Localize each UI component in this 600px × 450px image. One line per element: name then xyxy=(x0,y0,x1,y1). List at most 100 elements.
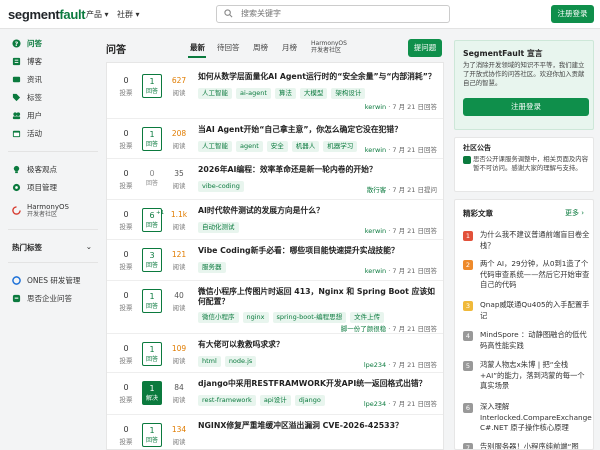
tag-chip[interactable]: 机器学习 xyxy=(323,141,358,152)
question-row[interactable]: 0 投票 6 +1 回答 1.1k 阅读 AI时代软件测试的发展方向是什么？ 自动化测试 kerw… xyxy=(107,199,443,239)
tag-chip[interactable]: 算法 xyxy=(274,88,296,99)
question-title-link[interactable]: 2026年AI编程：效率革命还是新一轮内卷的开始？ xyxy=(198,165,438,175)
article-title-link[interactable]: 告别服务器！小程序纯前端“图 xyxy=(480,442,590,449)
search-box[interactable] xyxy=(216,5,450,23)
tab-weekly[interactable]: 周榜 xyxy=(253,42,268,53)
manifesto-text: 为了消除开发领域的知识不平等，我们建立了开放式协作的问答社区。欢迎你加入贡献自己… xyxy=(463,61,585,87)
sidebar-item-news[interactable]: 资讯 xyxy=(11,72,97,86)
tag-chip[interactable]: 架构设计 xyxy=(331,88,366,99)
question-row[interactable]: 0 投票 0 回答 35 阅读 2026年AI编程：效率革命还是新一轮内卷的开始？ vibe-… xyxy=(107,158,443,199)
nav-community-menu[interactable]: 社群 ▾ xyxy=(117,9,140,20)
tag-chip[interactable]: 自动化测试 xyxy=(198,222,239,233)
tab-unanswered[interactable]: 待回答 xyxy=(217,42,240,53)
question-title-link[interactable]: django中采用RESTFRAMWORK开发API统一返回格式出错？ xyxy=(198,379,438,389)
rank-badge: 6 xyxy=(463,403,473,413)
tab-harmonyos[interactable]: HarmonyOS 开发者社区 xyxy=(311,40,347,54)
ask-question-button[interactable]: 提问题 xyxy=(408,39,442,57)
question-title-link[interactable]: AI时代软件测试的发展方向是什么？ xyxy=(198,206,438,216)
harmonyos-icon xyxy=(11,205,21,215)
question-meta: 脚一份了颜很稳 · 7 月 21 日回答 xyxy=(340,325,437,333)
article-title-link[interactable]: 鸿蒙人物志x朱博 | 把“全栈+AI”的能力，落到鸿蒙的每一个真实场景 xyxy=(480,360,590,392)
question-title-link[interactable]: 如何从数学层面量化AI Agent运行时的“安全余量”与“内部消耗”？ xyxy=(198,72,438,82)
ones-icon xyxy=(11,275,21,285)
tag-chip[interactable]: 服务器 xyxy=(198,262,226,273)
answer-count: 1 回答 xyxy=(142,289,162,313)
view-count: 109 阅读 xyxy=(171,344,187,365)
tag-chip[interactable]: node.js xyxy=(224,356,257,367)
author-link[interactable]: kerwin xyxy=(365,227,386,235)
question-row[interactable]: 0 投票 3 回答 121 阅读 Vibe Coding新手必看：哪些项目能快速提升实战技能… xyxy=(107,239,443,280)
articles-more-link[interactable]: 更多 › xyxy=(565,208,584,218)
sidebar-item-events[interactable]: 活动 xyxy=(11,126,97,140)
question-row[interactable]: 0 投票 1 回答 134 阅读 NGINX修复严重堆缓冲区溢出漏洞 CVE-2026-42… xyxy=(107,414,443,449)
tag-chip[interactable]: api设计 xyxy=(259,395,291,406)
answer-count: 1 回答 xyxy=(142,423,162,447)
vote-count: 0 投票 xyxy=(119,425,133,446)
question-row[interactable]: 0 投票 1 回答 109 阅读 有大佬可以救救吗求求？ html node.js lpe234 … xyxy=(107,333,443,372)
author-link[interactable]: 脚一份了颜很稳 xyxy=(341,325,387,333)
tag-chip[interactable]: vibe-coding xyxy=(198,181,244,192)
article-title-link[interactable]: 为什么我不建议普通前端盲目卷全栈？ xyxy=(480,230,590,251)
view-count: 1.1k 阅读 xyxy=(170,210,188,231)
tag-chip[interactable]: spring-boot-编程思想 xyxy=(272,312,347,323)
segmentfault-logo[interactable]: segmentfault xyxy=(8,7,86,22)
question-title-link[interactable]: NGINX修复严重堆缓冲区溢出漏洞 CVE-2026-42533？ xyxy=(198,421,438,431)
tag-chip[interactable]: agent xyxy=(236,141,263,152)
tag-chip[interactable]: 安全 xyxy=(266,141,288,152)
question-title-link[interactable]: Vibe Coding新手必看：哪些项目能快速提升实战技能？ xyxy=(198,246,438,256)
question-meta: 散行客 · 7 月 21 日提问 xyxy=(366,186,437,194)
question-meta: kerwin · 7 月 21 日回答 xyxy=(364,146,437,154)
author-link[interactable]: kerwin xyxy=(365,267,386,275)
author-link[interactable]: kerwin xyxy=(365,103,386,111)
question-title-link[interactable]: 有大佬可以救救吗求求？ xyxy=(198,340,438,350)
manifesto-register-button[interactable]: 注册登录 xyxy=(463,98,589,116)
register-login-button[interactable]: 注册登录 xyxy=(551,5,594,23)
tag-chip[interactable]: django xyxy=(294,395,325,406)
article-title-link[interactable]: 两个 AI，29分钟，从0到1造了个代码审查系统——然后它开始审查自己的代码 xyxy=(480,259,590,291)
tag-chip[interactable]: 人工智能 xyxy=(198,141,232,152)
question-title-link[interactable]: 微信小程序上传图片时返回 413，Nginx 和 Spring Boot 应该如… xyxy=(198,287,438,307)
tab-monthly[interactable]: 月榜 xyxy=(282,42,297,53)
author-link[interactable]: lpe234 xyxy=(364,400,386,408)
sidebar-item-project-management[interactable]: 项目管理 xyxy=(11,180,97,194)
question-meta: kerwin · 7 月 21 日回答 xyxy=(364,267,437,275)
question-meta: lpe234 · 7 月 21 日回答 xyxy=(363,361,437,369)
answer-count: 1 回答 xyxy=(142,127,162,151)
sidebar-item-questions[interactable]: ? 问答 xyxy=(11,36,97,50)
sidebar-item-geek-views[interactable]: 极客观点 xyxy=(11,162,97,176)
enterprise-qa-icon xyxy=(11,293,21,303)
vote-count: 0 投票 xyxy=(119,76,133,97)
question-row[interactable]: 0 投票 1 解决 84 阅读 django中采用RESTFRAMWORK开发API统一返回… xyxy=(107,372,443,414)
article-title-link[interactable]: 深入理解 Interlocked.CompareExchange：C#.NET … xyxy=(480,402,593,434)
tag-chip[interactable]: 文件上传 xyxy=(350,312,385,323)
article-title-link[interactable]: MindSpore ：动静图融合的低代码高性能实践 xyxy=(480,330,590,351)
tab-latest[interactable]: 最新 xyxy=(190,42,205,53)
sidebar-hot-tags[interactable]: 热门标签 ⌄ xyxy=(12,242,92,253)
tag-chip[interactable]: ai-agent xyxy=(236,88,271,99)
question-title-link[interactable]: 当AI Agent开始“自己拿主意”，你怎么确定它没在犯错？ xyxy=(198,125,438,135)
sidebar-item-ones[interactable]: ONES 研发管理 xyxy=(11,273,97,287)
manifesto-title: SegmentFault 宣言 xyxy=(463,49,543,58)
article-title-link[interactable]: Qnap威联通Qu405的入手配置手记 xyxy=(480,300,590,321)
sidebar-item-tags[interactable]: 标签 xyxy=(11,90,97,104)
sidebar-item-users[interactable]: 用户 xyxy=(11,108,97,122)
sidebar-item-blog[interactable]: 博客 xyxy=(11,54,97,68)
tag-chip[interactable]: 微信小程序 xyxy=(198,312,239,323)
sidebar-item-enterprise-qa[interactable]: 思否企业问答 xyxy=(11,291,97,305)
sidebar-item-harmonyos[interactable]: HarmonyOS 开发者社区 xyxy=(11,200,97,220)
tag-chip[interactable]: 人工智能 xyxy=(198,88,232,99)
rank-badge: 1 xyxy=(463,231,473,241)
question-row[interactable]: 0 投票 1 回答 208 阅读 当AI Agent开始“自己拿主意”，你怎么确定它没在犯错… xyxy=(107,118,443,158)
author-link[interactable]: 散行客 xyxy=(367,186,387,194)
search-input[interactable] xyxy=(241,9,441,18)
tag-chip[interactable]: 机器人 xyxy=(291,141,320,152)
author-link[interactable]: lpe234 xyxy=(364,361,386,369)
tag-chip[interactable]: html xyxy=(198,356,221,367)
nav-product-menu[interactable]: 产品 ▾ xyxy=(86,9,109,20)
question-row[interactable]: 0 投票 1 回答 627 阅读 如何从数学层面量化AI Agent运行时的“安全余量”与“… xyxy=(107,63,443,118)
tag-chip[interactable]: rest-framework xyxy=(198,395,256,406)
tag-chip[interactable]: nginx xyxy=(242,312,269,323)
tag-chip[interactable]: 大模型 xyxy=(299,88,328,99)
author-link[interactable]: kerwin xyxy=(365,146,386,154)
question-row[interactable]: 0 投票 1 回答 40 阅读 微信小程序上传图片时返回 413，Nginx 和 Sprin… xyxy=(107,280,443,333)
